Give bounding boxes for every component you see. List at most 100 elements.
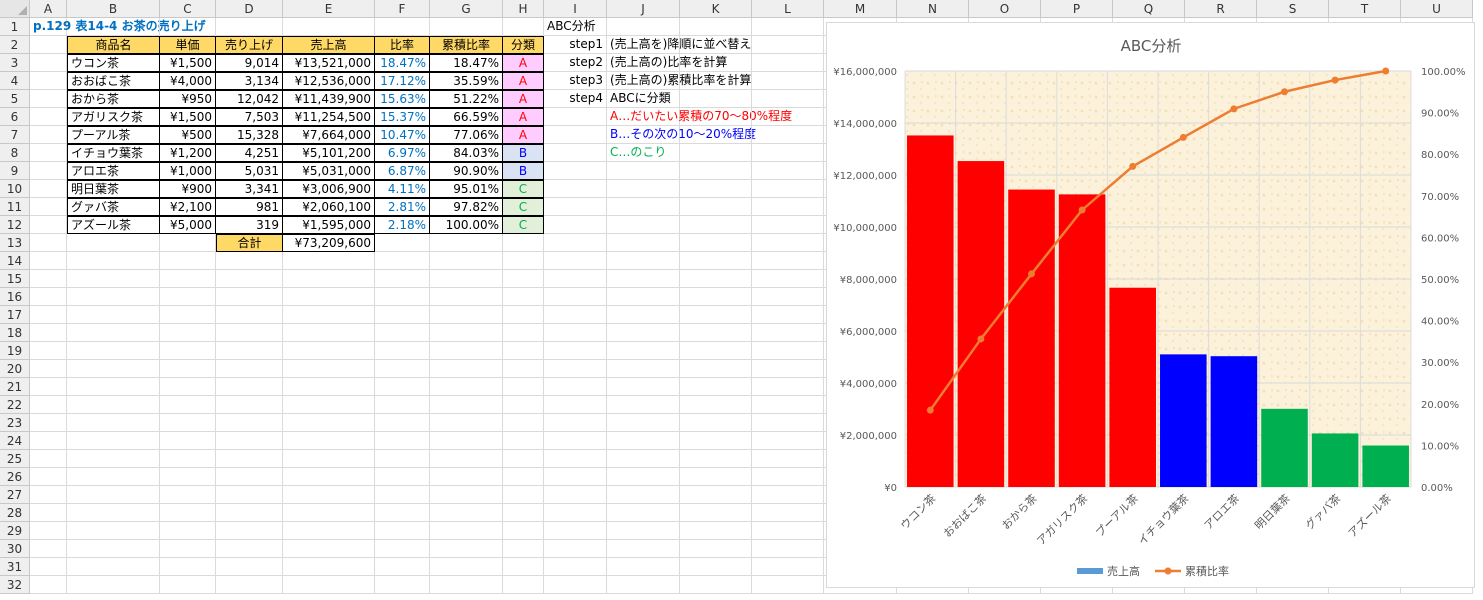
cell[interactable] [752, 108, 824, 126]
cell[interactable] [503, 360, 544, 378]
cell[interactable] [30, 378, 67, 396]
row-header-22[interactable]: 22 [0, 396, 30, 414]
class-b-note[interactable]: B…その次の10〜20%程度 [607, 126, 756, 144]
table-cell[interactable]: 66.59% [430, 108, 503, 126]
table-cell[interactable]: 18.47% [430, 54, 503, 72]
column-header-Q[interactable]: Q [1113, 0, 1185, 18]
row-header-19[interactable]: 19 [0, 342, 30, 360]
class-c-note[interactable]: C…のこり [607, 144, 680, 162]
cell[interactable] [680, 162, 752, 180]
cell[interactable] [680, 432, 752, 450]
table-cell[interactable]: ¥900 [160, 180, 216, 198]
row-header-6[interactable]: 6 [0, 108, 30, 126]
row-header-15[interactable]: 15 [0, 270, 30, 288]
cell[interactable] [430, 288, 503, 306]
cell[interactable] [375, 360, 430, 378]
cell[interactable] [375, 396, 430, 414]
cell[interactable] [375, 324, 430, 342]
table-cell[interactable]: ¥950 [160, 90, 216, 108]
cell[interactable] [30, 90, 67, 108]
cell[interactable] [30, 522, 67, 540]
row-header-16[interactable]: 16 [0, 288, 30, 306]
cell[interactable] [283, 360, 375, 378]
cell[interactable] [375, 450, 430, 468]
cell[interactable] [503, 558, 544, 576]
cell[interactable] [430, 270, 503, 288]
cell[interactable] [160, 522, 216, 540]
cell[interactable] [544, 486, 607, 504]
cell[interactable] [160, 378, 216, 396]
cell[interactable] [283, 576, 375, 594]
table-cell[interactable]: 9,014 [216, 54, 283, 72]
cell[interactable] [283, 18, 375, 36]
cell[interactable] [67, 252, 160, 270]
cell[interactable] [544, 342, 607, 360]
cell[interactable] [752, 234, 824, 252]
cell[interactable] [30, 144, 67, 162]
row-header-21[interactable]: 21 [0, 378, 30, 396]
table-cell[interactable]: 84.03% [430, 144, 503, 162]
cell[interactable] [160, 432, 216, 450]
cell[interactable] [283, 558, 375, 576]
cell[interactable] [67, 306, 160, 324]
cell[interactable] [680, 288, 752, 306]
cell[interactable] [30, 108, 67, 126]
cell[interactable] [160, 288, 216, 306]
table-header[interactable]: 累積比率 [430, 36, 503, 54]
table-cell[interactable]: 3,134 [216, 72, 283, 90]
row-header-26[interactable]: 26 [0, 468, 30, 486]
cell[interactable] [752, 270, 824, 288]
cell[interactable] [30, 540, 67, 558]
cell[interactable] [216, 540, 283, 558]
cell[interactable] [160, 450, 216, 468]
table-header[interactable]: 比率 [375, 36, 430, 54]
cell[interactable] [680, 468, 752, 486]
table-header[interactable]: 商品名 [67, 36, 160, 54]
row-header-20[interactable]: 20 [0, 360, 30, 378]
class-a-note[interactable]: A…だいたい累積の70〜80%程度 [607, 108, 792, 126]
cell[interactable] [544, 234, 607, 252]
table-cell[interactable]: ¥2,060,100 [283, 198, 375, 216]
cell[interactable] [680, 126, 752, 144]
cell[interactable] [67, 288, 160, 306]
cell[interactable] [680, 342, 752, 360]
cell[interactable] [375, 342, 430, 360]
cell[interactable] [30, 576, 67, 594]
cell[interactable] [283, 396, 375, 414]
cell[interactable] [375, 522, 430, 540]
cell[interactable] [752, 216, 824, 234]
cell[interactable] [607, 306, 680, 324]
cell[interactable] [160, 234, 216, 252]
cell[interactable] [503, 252, 544, 270]
table-cell[interactable]: 15,328 [216, 126, 283, 144]
table-cell[interactable]: 100.00% [430, 216, 503, 234]
cell[interactable] [503, 576, 544, 594]
cell[interactable] [216, 432, 283, 450]
cell[interactable] [67, 504, 160, 522]
cell[interactable] [680, 252, 752, 270]
cell[interactable] [30, 126, 67, 144]
cell[interactable] [680, 504, 752, 522]
cell[interactable] [544, 162, 607, 180]
cell[interactable] [216, 288, 283, 306]
cell[interactable] [607, 180, 680, 198]
table-cell[interactable]: ¥4,000 [160, 72, 216, 90]
cell[interactable] [30, 180, 67, 198]
cell[interactable] [67, 522, 160, 540]
cell[interactable] [544, 432, 607, 450]
cell[interactable] [607, 342, 680, 360]
table-cell[interactable]: ¥2,100 [160, 198, 216, 216]
cell[interactable] [283, 270, 375, 288]
cell[interactable] [544, 540, 607, 558]
cell[interactable] [752, 486, 824, 504]
table-cell[interactable]: ¥1,500 [160, 108, 216, 126]
column-header-S[interactable]: S [1257, 0, 1329, 18]
cell[interactable] [216, 306, 283, 324]
column-header-G[interactable]: G [430, 0, 503, 18]
column-header-N[interactable]: N [897, 0, 969, 18]
cell[interactable] [752, 432, 824, 450]
table-header[interactable]: 分類 [503, 36, 544, 54]
cell[interactable] [216, 252, 283, 270]
cell[interactable] [680, 306, 752, 324]
table-cell[interactable]: 18.47% [375, 54, 430, 72]
